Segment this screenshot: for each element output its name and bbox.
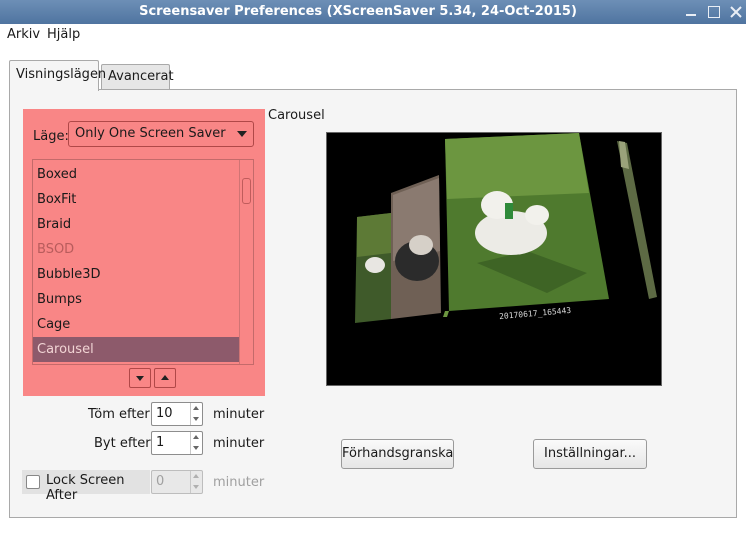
carousel-preview-image <box>327 133 661 385</box>
cycle-after-spinner[interactable]: 1 <box>151 431 203 455</box>
lock-screen-checkbox[interactable] <box>26 475 40 489</box>
tab-bar: Visningslägen Avancerat <box>0 60 746 91</box>
lock-after-value: 0 <box>156 474 165 489</box>
mode-selection-area: Läge: Only One Screen Saver Boxed BoxFit… <box>23 109 265 396</box>
move-down-button[interactable] <box>129 368 151 388</box>
window-title: Screensaver Preferences (XScreenSaver 5.… <box>139 4 577 19</box>
list-item[interactable]: Braid <box>33 212 239 237</box>
lock-screen-toggle[interactable]: Lock Screen After <box>22 470 150 503</box>
lock-after-spinner: 0 <box>151 470 203 494</box>
mode-dropdown[interactable]: Only One Screen Saver <box>68 121 254 147</box>
maximize-icon[interactable] <box>706 4 722 20</box>
cycle-after-label: Byt efter <box>94 436 151 451</box>
lock-screen-label: Lock Screen After <box>46 473 125 503</box>
blank-after-unit: minuter <box>213 407 265 422</box>
spinner-arrows-icon[interactable] <box>190 403 202 425</box>
settings-button[interactable]: Inställningar... <box>533 439 647 469</box>
title-bar: Screensaver Preferences (XScreenSaver 5.… <box>0 0 746 24</box>
tab-visningslagen[interactable]: Visningslägen <box>9 60 106 91</box>
list-scrollbar[interactable] <box>239 160 253 364</box>
cycle-after-unit: minuter <box>213 436 265 451</box>
list-item[interactable]: Cage <box>33 312 239 337</box>
list-item[interactable]: BoxFit <box>33 187 239 212</box>
menu-arkiv[interactable]: Arkiv <box>7 27 40 42</box>
preview-area: 20170617_165443 <box>326 132 662 386</box>
chevron-down-icon <box>237 131 247 137</box>
lock-after-unit: minuter <box>213 475 265 490</box>
menu-bar: Arkiv Hjälp <box>0 24 746 46</box>
modes-panel: Läge: Only One Screen Saver Boxed BoxFit… <box>9 89 737 518</box>
tab-avancerat[interactable]: Avancerat <box>101 64 174 90</box>
list-item[interactable]: BSOD <box>33 237 239 262</box>
minimize-icon[interactable] <box>683 4 699 20</box>
move-up-button[interactable] <box>154 368 176 388</box>
list-item[interactable]: Boxed <box>33 162 239 187</box>
cycle-after-value: 1 <box>156 435 165 450</box>
list-item[interactable]: Bumps <box>33 287 239 312</box>
scrollbar-thumb[interactable] <box>242 178 251 204</box>
blank-after-value: 10 <box>156 406 173 421</box>
screensaver-list[interactable]: Boxed BoxFit Braid BSOD Bubble3D Bumps C… <box>32 159 254 365</box>
close-icon[interactable] <box>728 4 744 20</box>
spinner-arrows-icon <box>190 471 202 493</box>
list-item[interactable]: Bubble3D <box>33 262 239 287</box>
spinner-arrows-icon[interactable] <box>190 432 202 454</box>
list-item-selected[interactable]: Carousel <box>33 337 239 362</box>
blank-after-label: Töm efter <box>88 407 150 422</box>
preview-title: Carousel <box>268 108 325 123</box>
mode-dropdown-value: Only One Screen Saver <box>75 126 226 141</box>
menu-hjalp[interactable]: Hjälp <box>47 27 80 42</box>
mode-label: Läge: <box>33 129 69 144</box>
blank-after-spinner[interactable]: 10 <box>151 402 203 426</box>
preview-button[interactable]: Förhandsgranska <box>341 439 454 469</box>
